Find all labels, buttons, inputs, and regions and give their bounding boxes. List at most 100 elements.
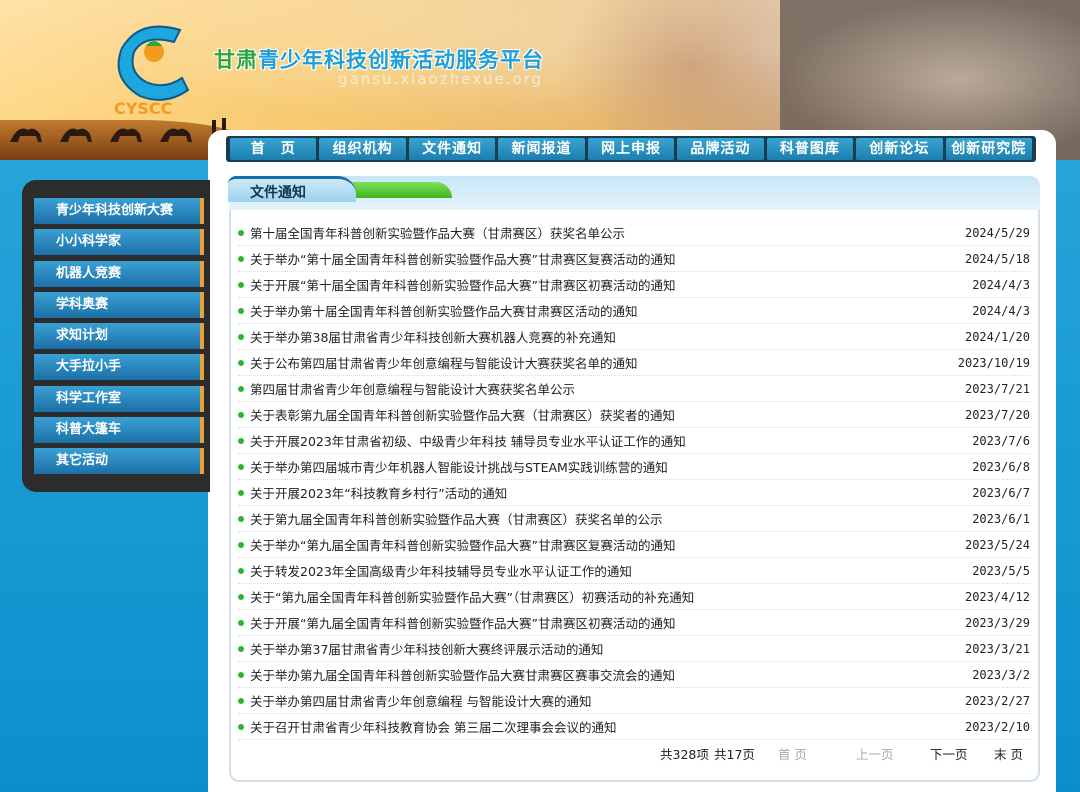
- notice-title-text[interactable]: 关于举办第37届甘肃省青少年科技创新大赛终评展示活动的通知: [250, 639, 603, 658]
- notice-title[interactable]: 关于举办“第十届全国青年科普创新实验暨作品大赛”甘肃赛区复赛活动的通知: [238, 249, 675, 268]
- notice-title[interactable]: 关于表彰第九届全国青年科普创新实验暨作品大赛（甘肃赛区）获奖者的通知: [238, 405, 675, 424]
- list-item[interactable]: 关于“第九届全国青年科普创新实验暨作品大赛”（甘肃赛区）初赛活动的补充通知 202…: [238, 584, 1030, 610]
- notice-title[interactable]: 关于开展“第九届全国青年科普创新实验暨作品大赛”甘肃赛区初赛活动的通知: [238, 613, 675, 632]
- list-item[interactable]: 第四届甘肃省青少年创意编程与智能设计大赛获奖名单公示 2023/7/21: [238, 376, 1030, 402]
- notice-date: 2023/7/20: [964, 407, 1030, 422]
- bullet-icon: [238, 359, 244, 366]
- notice-date: 2023/7/21: [964, 381, 1030, 396]
- bullet-icon: [238, 489, 244, 496]
- nav-notices[interactable]: 文件通知: [408, 138, 496, 160]
- nav-online-apply[interactable]: 网上申报: [587, 138, 675, 160]
- notice-title-text[interactable]: 关于转发2023年全国高级青少年科技辅导员专业水平认证工作的通知: [250, 561, 632, 580]
- sidebar-item-big-hand-small-hand[interactable]: 大手拉小手: [34, 354, 204, 381]
- bullet-icon: [238, 619, 244, 626]
- notice-title-text[interactable]: 关于举办第四届甘肃省青少年创意编程 与智能设计大赛的通知: [250, 691, 591, 710]
- nav-home[interactable]: 首 页: [230, 138, 317, 160]
- list-item[interactable]: 关于举办“第九届全国青年科普创新实验暨作品大赛”甘肃赛区复赛活动的通知 2023/…: [238, 532, 1030, 558]
- notice-title-text[interactable]: 关于开展2023年甘肃省初级、中级青少年科技 辅导员专业水平认证工作的通知: [250, 431, 686, 450]
- list-item[interactable]: 关于转发2023年全国高级青少年科技辅导员专业水平认证工作的通知 2023/5/5: [238, 558, 1030, 584]
- notice-title[interactable]: 关于第九届全国青年科普创新实验暨作品大赛（甘肃赛区）获奖名单的公示: [238, 509, 663, 528]
- bullet-icon: [238, 541, 244, 548]
- list-item[interactable]: 关于开展2023年甘肃省初级、中级青少年科技 辅导员专业水平认证工作的通知 202…: [238, 428, 1030, 454]
- notice-title[interactable]: 关于举办第38届甘肃省青少年科技创新大赛机器人竞赛的补充通知: [238, 327, 616, 346]
- sidebar-item-science-caravan[interactable]: 科普大篷车: [34, 417, 204, 444]
- bullet-icon: [238, 671, 244, 678]
- notice-title-text[interactable]: 第十届全国青年科普创新实验暨作品大赛（甘肃赛区）获奖名单公示: [250, 223, 625, 242]
- notice-title-text[interactable]: 关于“第九届全国青年科普创新实验暨作品大赛”（甘肃赛区）初赛活动的补充通知: [250, 587, 694, 606]
- list-item[interactable]: 关于开展2023年“科技教育乡村行”活动的通知 2023/6/7: [238, 480, 1030, 506]
- list-item[interactable]: 关于举办第37届甘肃省青少年科技创新大赛终评展示活动的通知 2023/3/21: [238, 636, 1030, 662]
- notice-title-text[interactable]: 关于举办“第九届全国青年科普创新实验暨作品大赛”甘肃赛区复赛活动的通知: [250, 535, 675, 554]
- list-item[interactable]: 关于召开甘肃省青少年科技教育协会 第三届二次理事会会议的通知 2023/2/10: [238, 714, 1030, 740]
- notice-date: 2023/4/12: [964, 589, 1030, 604]
- notice-title-text[interactable]: 关于召开甘肃省青少年科技教育协会 第三届二次理事会会议的通知: [250, 717, 616, 736]
- notice-title[interactable]: 关于举办第九届全国青年科普创新实验暨作品大赛甘肃赛区赛事交流会的通知: [238, 665, 675, 684]
- notice-date: 2023/6/8: [972, 459, 1030, 474]
- nav-innovation-institute[interactable]: 创新研究院: [945, 138, 1032, 160]
- notice-title-text[interactable]: 关于开展2023年“科技教育乡村行”活动的通知: [250, 483, 507, 502]
- sidebar-item-other-activities[interactable]: 其它活动: [34, 448, 204, 475]
- list-item[interactable]: 关于公布第四届甘肃省青少年创意编程与智能设计大赛获奖名单的通知 2023/10/1…: [238, 350, 1030, 376]
- notice-title[interactable]: 关于转发2023年全国高级青少年科技辅导员专业水平认证工作的通知: [238, 561, 632, 580]
- notice-title[interactable]: 关于开展2023年“科技教育乡村行”活动的通知: [238, 483, 507, 502]
- notice-date: 2023/2/10: [964, 719, 1030, 734]
- sidebar-item-olympiad[interactable]: 学科奥赛: [34, 291, 204, 318]
- bullet-icon: [238, 645, 244, 652]
- pager-first[interactable]: 首 页: [778, 744, 856, 762]
- notice-title[interactable]: 关于开展“第十届全国青年科普创新实验暨作品大赛”甘肃赛区初赛活动的通知: [238, 275, 675, 294]
- notice-title[interactable]: 关于举办第四届甘肃省青少年创意编程 与智能设计大赛的通知: [238, 691, 591, 710]
- list-item[interactable]: 关于开展“第十届全国青年科普创新实验暨作品大赛”甘肃赛区初赛活动的通知 2024/…: [238, 272, 1030, 298]
- nav-news[interactable]: 新闻报道: [498, 138, 585, 160]
- notice-title-text[interactable]: 第四届甘肃省青少年创意编程与智能设计大赛获奖名单公示: [250, 379, 575, 398]
- bullet-icon: [238, 463, 244, 470]
- notice-title[interactable]: 第四届甘肃省青少年创意编程与智能设计大赛获奖名单公示: [238, 379, 575, 398]
- list-item[interactable]: 关于举办“第十届全国青年科普创新实验暨作品大赛”甘肃赛区复赛活动的通知 2024/…: [238, 246, 1030, 272]
- nav-brand-activities[interactable]: 品牌活动: [677, 138, 764, 160]
- list-item[interactable]: 关于举办第九届全国青年科普创新实验暨作品大赛甘肃赛区赛事交流会的通知 2023/3…: [238, 662, 1030, 688]
- list-item[interactable]: 关于举办第38届甘肃省青少年科技创新大赛机器人竞赛的补充通知 2024/1/20: [238, 324, 1030, 350]
- tab-decoration: [350, 182, 452, 198]
- notice-date: 2023/6/1: [972, 511, 1030, 526]
- nav-organization[interactable]: 组织机构: [319, 138, 406, 160]
- notice-title[interactable]: 关于举办第十届全国青年科普创新实验暨作品大赛甘肃赛区活动的通知: [238, 301, 638, 320]
- list-item[interactable]: 关于举办第四届甘肃省青少年创意编程 与智能设计大赛的通知 2023/2/27: [238, 688, 1030, 714]
- notice-date: 2023/5/24: [964, 537, 1030, 552]
- sidebar-item-learning-plan[interactable]: 求知计划: [34, 323, 204, 350]
- notice-title[interactable]: 关于开展2023年甘肃省初级、中级青少年科技 辅导员专业水平认证工作的通知: [238, 431, 686, 450]
- list-item[interactable]: 关于举办第十届全国青年科普创新实验暨作品大赛甘肃赛区活动的通知 2024/4/3: [238, 298, 1030, 324]
- notice-title-text[interactable]: 关于举办第四届城市青少年机器人智能设计挑战与STEAM实践训练营的通知: [250, 457, 668, 476]
- notice-title-text[interactable]: 关于开展“第九届全国青年科普创新实验暨作品大赛”甘肃赛区初赛活动的通知: [250, 613, 675, 632]
- pager-last[interactable]: 末 页: [994, 744, 1032, 762]
- notice-date: 2024/4/3: [972, 303, 1030, 318]
- nav-innovation-forum[interactable]: 创新论坛: [856, 138, 943, 160]
- sidebar-item-little-scientist[interactable]: 小小科学家: [34, 229, 204, 256]
- sidebar-item-science-studio[interactable]: 科学工作室: [34, 385, 204, 412]
- notice-title[interactable]: 关于举办“第九届全国青年科普创新实验暨作品大赛”甘肃赛区复赛活动的通知: [238, 535, 675, 554]
- notice-title-text[interactable]: 关于第九届全国青年科普创新实验暨作品大赛（甘肃赛区）获奖名单的公示: [250, 509, 663, 528]
- notice-title[interactable]: 关于公布第四届甘肃省青少年创意编程与智能设计大赛获奖名单的通知: [238, 353, 638, 372]
- sidebar-item-robot-contest[interactable]: 机器人竞赛: [34, 260, 204, 287]
- notice-title-text[interactable]: 关于举办第十届全国青年科普创新实验暨作品大赛甘肃赛区活动的通知: [250, 301, 638, 320]
- notice-title[interactable]: 关于“第九届全国青年科普创新实验暨作品大赛”（甘肃赛区）初赛活动的补充通知: [238, 587, 694, 606]
- notice-title[interactable]: 第十届全国青年科普创新实验暨作品大赛（甘肃赛区）获奖名单公示: [238, 223, 625, 242]
- list-item[interactable]: 关于举办第四届城市青少年机器人智能设计挑战与STEAM实践训练营的通知 2023/…: [238, 454, 1030, 480]
- notice-title-text[interactable]: 关于表彰第九届全国青年科普创新实验暨作品大赛（甘肃赛区）获奖者的通知: [250, 405, 675, 424]
- notice-title[interactable]: 关于举办第四届城市青少年机器人智能设计挑战与STEAM实践训练营的通知: [238, 457, 668, 476]
- nav-science-gallery[interactable]: 科普图库: [766, 138, 854, 160]
- notice-title-text[interactable]: 关于举办第九届全国青年科普创新实验暨作品大赛甘肃赛区赛事交流会的通知: [250, 665, 675, 684]
- notice-title[interactable]: 关于举办第37届甘肃省青少年科技创新大赛终评展示活动的通知: [238, 639, 603, 658]
- bullet-icon: [238, 385, 244, 392]
- list-item[interactable]: 关于第九届全国青年科普创新实验暨作品大赛（甘肃赛区）获奖名单的公示 2023/6/…: [238, 506, 1030, 532]
- pager-next[interactable]: 下一页: [930, 744, 994, 762]
- list-item[interactable]: 关于表彰第九届全国青年科普创新实验暨作品大赛（甘肃赛区）获奖者的通知 2023/7…: [238, 402, 1030, 428]
- notice-title-text[interactable]: 关于开展“第十届全国青年科普创新实验暨作品大赛”甘肃赛区初赛活动的通知: [250, 275, 675, 294]
- list-item[interactable]: 第十届全国青年科普创新实验暨作品大赛（甘肃赛区）获奖名单公示 2024/5/29: [238, 220, 1030, 246]
- list-item[interactable]: 关于开展“第九届全国青年科普创新实验暨作品大赛”甘肃赛区初赛活动的通知 2023/…: [238, 610, 1030, 636]
- notice-date: 2023/2/27: [964, 693, 1030, 708]
- notice-title[interactable]: 关于召开甘肃省青少年科技教育协会 第三届二次理事会会议的通知: [238, 717, 616, 736]
- pager-prev[interactable]: 上一页: [856, 744, 930, 762]
- notice-title-text[interactable]: 关于举办“第十届全国青年科普创新实验暨作品大赛”甘肃赛区复赛活动的通知: [250, 249, 675, 268]
- sidebar-item-innovation-contest[interactable]: 青少年科技创新大赛: [34, 198, 204, 224]
- notice-title-text[interactable]: 关于举办第38届甘肃省青少年科技创新大赛机器人竞赛的补充通知: [250, 327, 616, 346]
- notice-title-text[interactable]: 关于公布第四届甘肃省青少年创意编程与智能设计大赛获奖名单的通知: [250, 353, 638, 372]
